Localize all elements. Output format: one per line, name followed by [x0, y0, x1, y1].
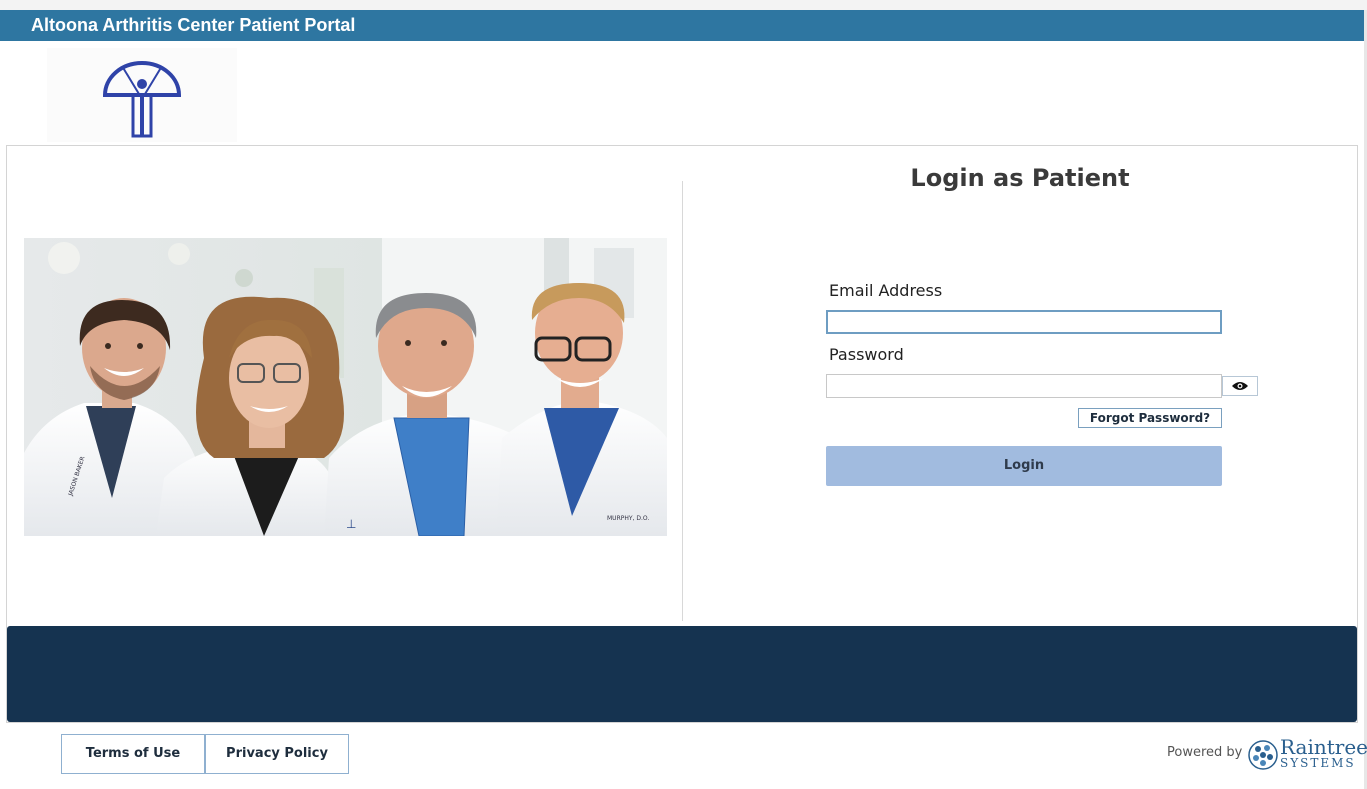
browser-top-strip — [0, 0, 1367, 10]
terms-of-use-button[interactable]: Terms of Use — [61, 734, 205, 774]
portal-header: Altoona Arthritis Center Patient Portal — [0, 10, 1367, 41]
altoona-arthritis-logo-icon — [102, 61, 182, 138]
raintree-logo[interactable]: Raintree SYSTEMS — [1280, 737, 1367, 769]
logo — [47, 48, 237, 142]
password-field[interactable] — [826, 374, 1222, 398]
forgot-password-button[interactable]: Forgot Password? — [1078, 408, 1222, 428]
svg-text:⊥: ⊥ — [346, 517, 356, 531]
raintree-brand: Raintree — [1280, 735, 1367, 759]
vertical-divider — [682, 181, 683, 621]
footer-band — [7, 626, 1357, 722]
powered-by-label: Powered by — [1167, 745, 1243, 760]
portal-title: Altoona Arthritis Center Patient Portal — [31, 15, 356, 35]
email-label: Email Address — [829, 281, 943, 300]
raintree-systems: SYSTEMS — [1280, 756, 1356, 770]
password-label: Password — [829, 345, 904, 364]
eye-icon — [1232, 382, 1248, 390]
email-field[interactable] — [826, 310, 1222, 334]
login-title: Login as Patient — [910, 164, 1130, 192]
doctors-photo: JASON BAKER ⊥ MURPHY, D.O. — [24, 238, 667, 536]
show-password-button[interactable] — [1222, 376, 1258, 396]
svg-text:MURPHY, D.O.: MURPHY, D.O. — [607, 515, 649, 522]
privacy-policy-button[interactable]: Privacy Policy — [205, 734, 349, 774]
raintree-logo-icon — [1248, 740, 1278, 770]
login-button[interactable]: Login — [826, 446, 1222, 486]
